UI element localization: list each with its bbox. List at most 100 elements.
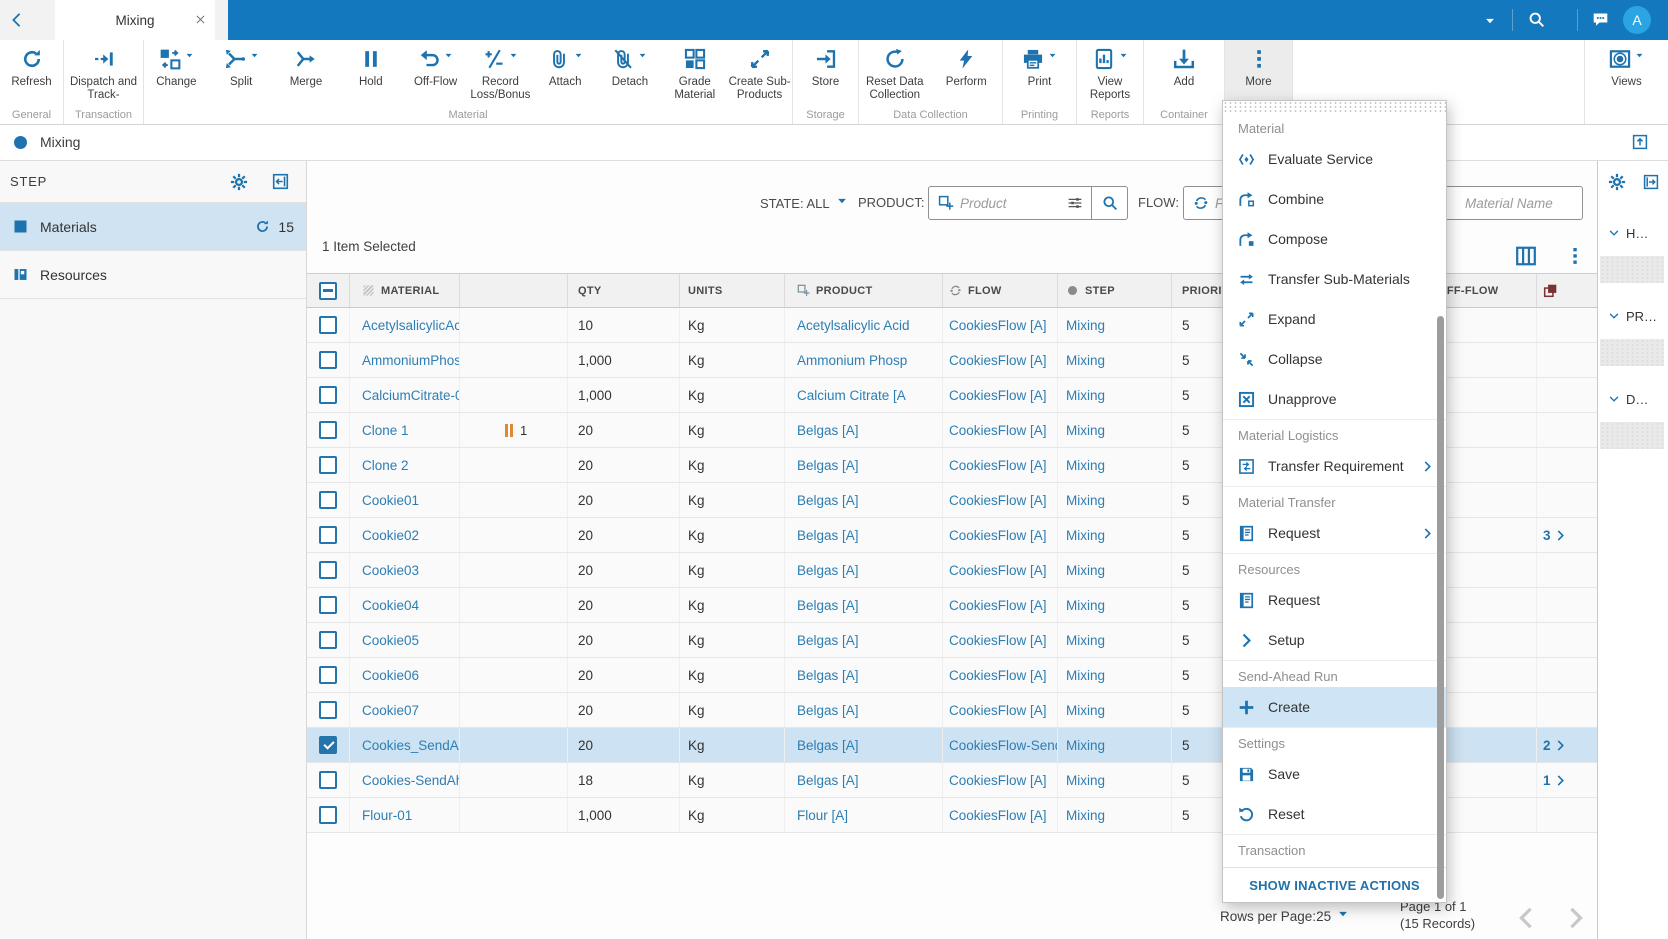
material-link[interactable]: Cookie04 (362, 598, 419, 613)
menu-item[interactable]: Reset (1223, 794, 1446, 834)
kebab-menu-icon[interactable] (1565, 246, 1585, 266)
offflow-count-link[interactable]: 2 (1543, 738, 1567, 753)
panel-section[interactable]: H… (1598, 223, 1668, 283)
offflow-count-link[interactable]: 3 (1543, 528, 1567, 543)
flow-link[interactable]: CookiesFlow [A] (949, 703, 1047, 718)
product-link[interactable]: Belgas [A] (797, 598, 859, 613)
product-link[interactable]: Belgas [A] (797, 738, 859, 753)
material-link[interactable]: Cookie07 (362, 703, 419, 718)
column-header-material[interactable]: MATERIAL (350, 274, 460, 307)
row-checkbox[interactable] (319, 806, 337, 824)
show-inactive-actions-link[interactable]: SHOW INACTIVE ACTIONS (1223, 867, 1446, 902)
menu-item[interactable]: Collapse (1223, 339, 1446, 379)
row-checkbox[interactable] (319, 491, 337, 509)
rows-per-page[interactable]: Rows per Page:25 (1220, 908, 1349, 924)
product-link[interactable]: Flour [A] (797, 808, 848, 823)
offflow-count-link[interactable]: 1 (1543, 773, 1567, 788)
column-header-product[interactable]: PRODUCT (785, 274, 943, 307)
flow-link[interactable]: CookiesFlow [A] (949, 633, 1047, 648)
flow-link[interactable]: CookiesFlow [A] (949, 563, 1047, 578)
collapse-panel-icon[interactable] (272, 173, 289, 190)
step-link[interactable]: Mixing (1066, 388, 1105, 403)
prev-page-chevron[interactable] (1513, 905, 1539, 931)
product-link[interactable]: Calcium Citrate [A (797, 388, 906, 403)
flow-link[interactable]: CookiesFlow [A] (949, 668, 1047, 683)
material-link[interactable]: Cookie02 (362, 528, 419, 543)
step-link[interactable]: Mixing (1066, 353, 1105, 368)
panel-section[interactable]: D… (1598, 389, 1668, 449)
material-link[interactable]: Cookie05 (362, 633, 419, 648)
flow-link[interactable]: CookiesFlow [A] (949, 773, 1047, 788)
menu-item[interactable]: Request (1223, 580, 1446, 620)
expand-panel-icon[interactable] (1643, 174, 1659, 190)
flow-link[interactable]: CookiesFlow [A] (949, 353, 1047, 368)
views-button[interactable]: Views (1585, 40, 1668, 124)
menu-item[interactable]: Evaluate Service (1223, 139, 1446, 179)
product-link[interactable]: Belgas [A] (797, 458, 859, 473)
columns-icon[interactable] (1515, 245, 1537, 267)
row-checkbox[interactable] (319, 736, 337, 754)
row-checkbox[interactable] (319, 421, 337, 439)
select-all-checkbox[interactable] (319, 282, 337, 300)
row-checkbox[interactable] (319, 316, 337, 334)
sidebar-item[interactable]: Materials 15 (0, 203, 306, 251)
step-link[interactable]: Mixing (1066, 633, 1105, 648)
row-checkbox[interactable] (319, 526, 337, 544)
row-checkbox[interactable] (319, 666, 337, 684)
column-header-flow[interactable]: FLOW (943, 274, 1058, 307)
search-button[interactable] (1091, 187, 1127, 219)
menu-item-create[interactable]: Create (1223, 687, 1446, 727)
step-link[interactable]: Mixing (1066, 598, 1105, 613)
menu-item[interactable]: Transfer Sub-Materials (1223, 259, 1446, 299)
step-link[interactable]: Mixing (1066, 668, 1105, 683)
column-header-qty[interactable]: QTY (568, 274, 680, 307)
product-link[interactable]: Belgas [A] (797, 773, 859, 788)
row-checkbox[interactable] (319, 561, 337, 579)
flow-link[interactable]: CookiesFlow [A] (949, 598, 1047, 613)
step-link[interactable]: Mixing (1066, 423, 1105, 438)
flow-link[interactable]: CookiesFlow [A] (949, 388, 1047, 403)
product-link[interactable]: Belgas [A] (797, 633, 859, 648)
material-link[interactable]: AcetylsalicylicAcid (362, 318, 459, 333)
gear-icon[interactable] (230, 173, 248, 191)
gear-icon[interactable] (1608, 173, 1626, 191)
step-link[interactable]: Mixing (1066, 493, 1105, 508)
step-link[interactable]: Mixing (1066, 703, 1105, 718)
flow-link[interactable]: CookiesFlow [A] (949, 528, 1047, 543)
product-link[interactable]: Belgas [A] (797, 423, 859, 438)
menu-item[interactable]: Unapprove (1223, 379, 1446, 419)
material-link[interactable]: Cookie03 (362, 563, 419, 578)
product-link[interactable]: Belgas [A] (797, 668, 859, 683)
row-checkbox[interactable] (319, 771, 337, 789)
open-top-icon[interactable] (1632, 134, 1648, 150)
step-link[interactable]: Mixing (1066, 773, 1105, 788)
step-link[interactable]: Mixing (1066, 808, 1105, 823)
row-checkbox[interactable] (319, 631, 337, 649)
tab-close-icon[interactable] (194, 13, 207, 26)
column-header-step[interactable]: STEP (1058, 274, 1172, 307)
material-link[interactable]: CalciumCitrate-01 (362, 388, 459, 403)
chat-icon[interactable] (1592, 11, 1609, 28)
step-link[interactable]: Mixing (1066, 738, 1105, 753)
column-header-units[interactable]: UNITS (680, 274, 785, 307)
product-link[interactable]: Belgas [A] (797, 563, 859, 578)
product-link[interactable]: Belgas [A] (797, 528, 859, 543)
row-checkbox[interactable] (319, 701, 337, 719)
material-link[interactable]: Cookie06 (362, 668, 419, 683)
menu-item[interactable]: Transfer Requirement (1223, 446, 1446, 486)
material-link[interactable]: Cookie01 (362, 493, 419, 508)
menu-scrollbar-thumb[interactable] (1437, 316, 1444, 899)
step-link[interactable]: Mixing (1066, 563, 1105, 578)
step-link[interactable]: Mixing (1066, 318, 1105, 333)
sidebar-item[interactable]: Resources (0, 251, 306, 299)
product-search-input[interactable] (960, 196, 1059, 211)
material-link[interactable]: Cookies_SendAhe (362, 738, 459, 753)
panel-section[interactable]: PR… (1598, 306, 1668, 366)
menu-item[interactable]: Save (1223, 754, 1446, 794)
next-page-chevron[interactable] (1563, 905, 1589, 931)
step-link[interactable]: Mixing (1066, 528, 1105, 543)
flow-link[interactable]: CookiesFlow [A] (949, 458, 1047, 473)
flow-link[interactable]: CookiesFlow [A] (949, 493, 1047, 508)
row-checkbox[interactable] (319, 456, 337, 474)
back-chevron-icon[interactable] (9, 12, 25, 28)
